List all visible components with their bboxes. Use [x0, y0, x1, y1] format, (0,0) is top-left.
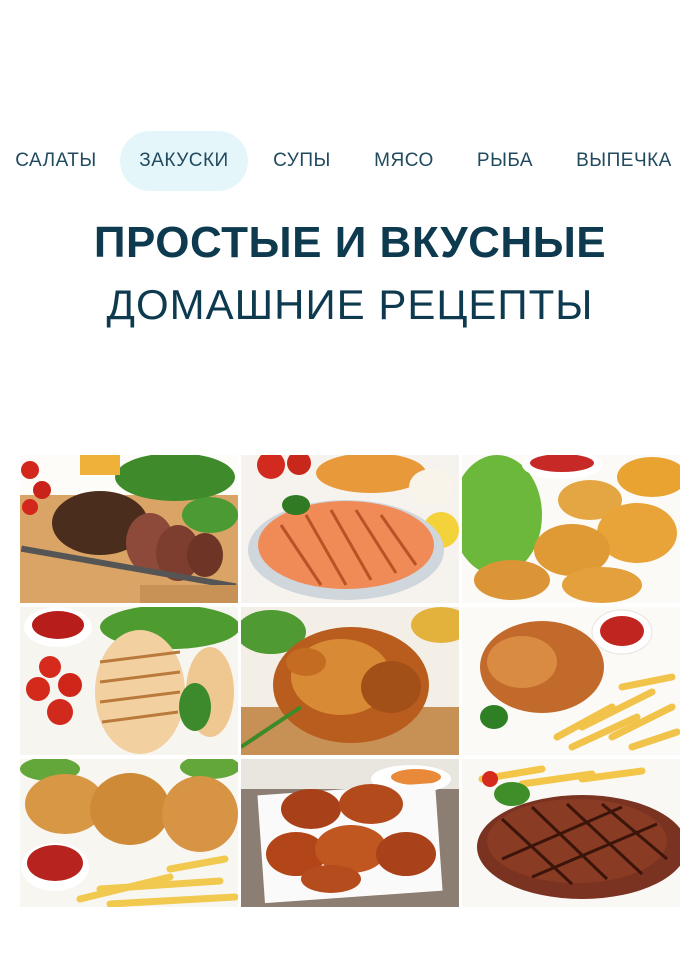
nav-item-meat[interactable]: МЯСО [373, 131, 435, 191]
photo-salmon-steak[interactable] [241, 455, 459, 603]
photo-nuggets[interactable] [462, 455, 680, 603]
grilled-steak-image [462, 759, 680, 907]
photo-roast-meat[interactable] [20, 455, 238, 603]
photo-chicken-wings[interactable] [241, 759, 459, 907]
photo-fried-chicken[interactable] [20, 759, 238, 907]
photo-grilled-chicken-breast[interactable] [20, 607, 238, 755]
chicken-wings-image [241, 759, 459, 907]
photo-grilled-steak[interactable] [462, 759, 680, 907]
category-nav: САЛАТЫ ЗАКУСКИ СУПЫ МЯСО РЫБА ВЫПЕЧКА [0, 131, 700, 191]
roast-meat-image [20, 455, 238, 603]
nav-item-salads[interactable]: САЛАТЫ [15, 131, 97, 191]
grilled-chicken-breast-image [20, 607, 238, 755]
chicken-leg-fries-image [462, 607, 680, 755]
nav-item-snacks[interactable]: ЗАКУСКИ [120, 131, 248, 191]
page-subtitle: ДОМАШНИЕ РЕЦЕПТЫ [106, 281, 594, 328]
photo-chicken-leg-fries[interactable] [462, 607, 680, 755]
page-title: ПРОСТЫЕ И ВКУСНЫЕ [93, 218, 607, 267]
recipe-photo-grid [20, 455, 680, 907]
roast-chicken-image [241, 607, 459, 755]
nav-item-fish[interactable]: РЫБА [476, 131, 534, 191]
nav-item-baking[interactable]: ВЫПЕЧКА [575, 131, 673, 191]
fried-chicken-image [20, 759, 238, 907]
nuggets-image [462, 455, 680, 603]
nav-item-soups[interactable]: СУПЫ [272, 131, 332, 191]
photo-roast-chicken[interactable] [241, 607, 459, 755]
salmon-steak-image [241, 455, 459, 603]
